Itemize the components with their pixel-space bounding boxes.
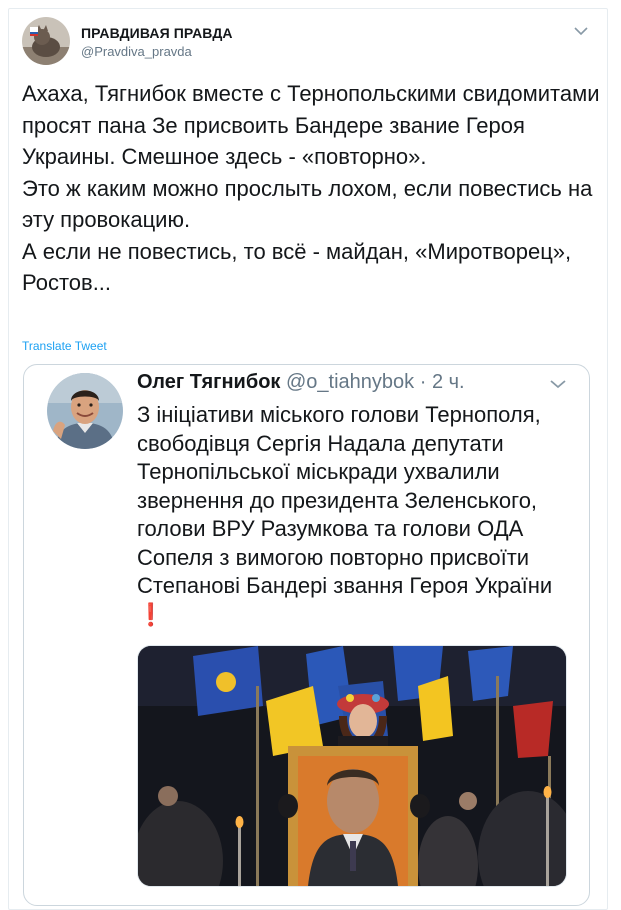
dot-separator: ·: [419, 371, 427, 393]
quoted-handle[interactable]: @o_tiahnybok: [286, 371, 414, 393]
chevron-down-icon[interactable]: [574, 26, 588, 36]
tweet-paragraph: А если не повестись, то всё - майдан, «М…: [22, 238, 572, 296]
quoted-author-avatar[interactable]: [47, 373, 123, 449]
quoted-header: Олег Тягнибок @o_tiahnybok · 2 ч.: [137, 371, 465, 394]
translate-tweet-link[interactable]: Translate Tweet: [22, 339, 107, 353]
tweet-paragraph: Ахаха, Тягнибок вместе с Тернопольскими …: [22, 81, 600, 169]
chevron-down-icon[interactable]: [550, 379, 566, 389]
quoted-timestamp[interactable]: 2 ч.: [432, 371, 465, 393]
exclamation-icon: ❗: [137, 601, 165, 627]
quoted-display-name[interactable]: Олег Тягнибок: [137, 371, 280, 393]
quoted-text: З ініціативи міського голови Тернополя, …: [137, 401, 577, 629]
author-avatar[interactable]: [22, 17, 70, 65]
tweet-text: Ахаха, Тягнибок вместе с Тернопольскими …: [22, 78, 602, 299]
quoted-tweet[interactable]: Олег Тягнибок @o_tiahnybok · 2 ч. З ініц…: [23, 364, 590, 906]
author-handle[interactable]: @Pravdiva_pravda: [81, 44, 192, 59]
quoted-text-body: З ініціативи міського голови Тернополя, …: [137, 402, 553, 598]
author-display-name[interactable]: ПРАВДИВАЯ ПРАВДА: [81, 25, 233, 41]
quoted-photo[interactable]: [137, 645, 567, 887]
tweet-paragraph: Это ж каким можно прослыть лохом, если п…: [22, 175, 593, 233]
